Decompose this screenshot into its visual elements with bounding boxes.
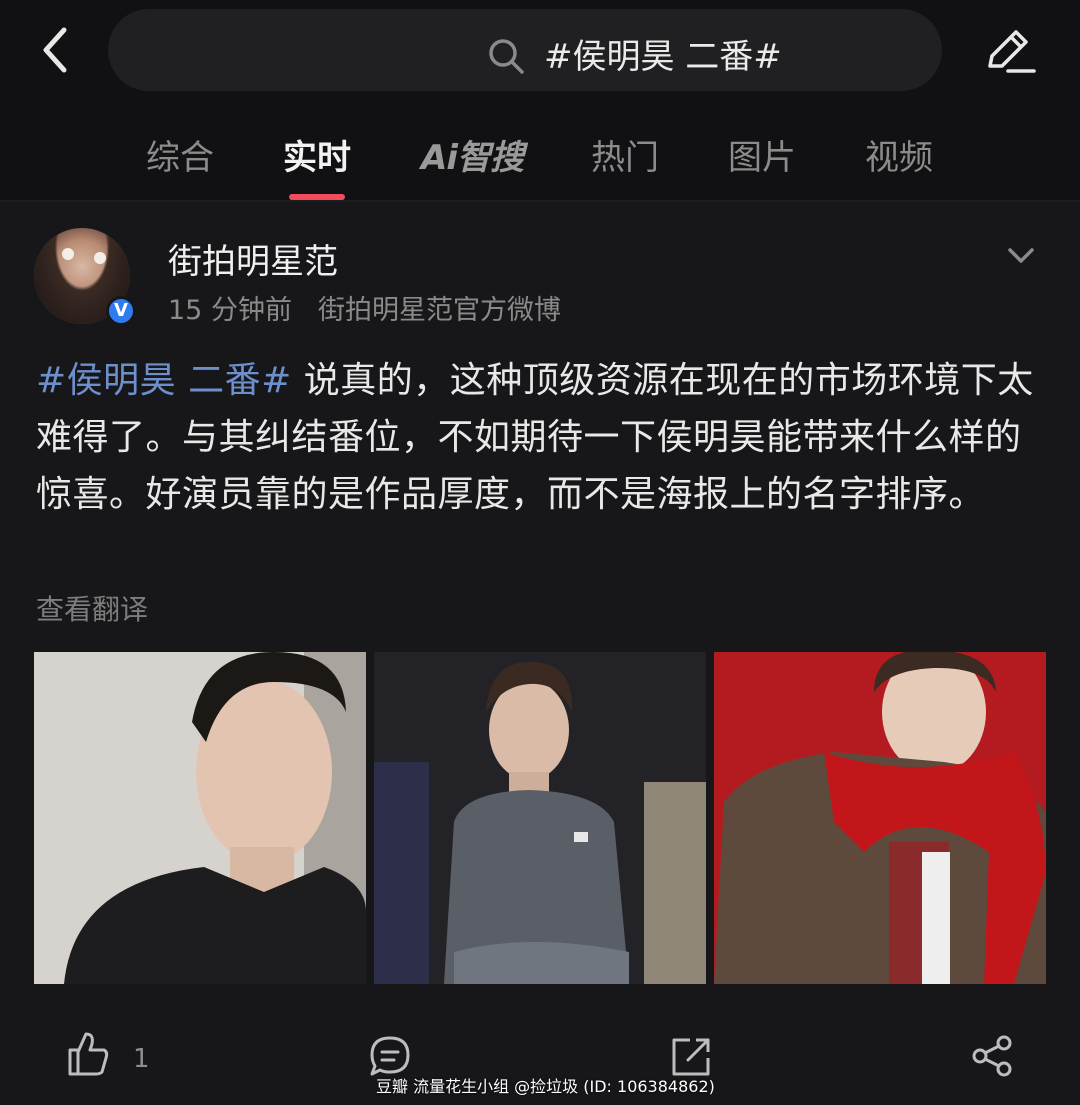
edit-icon[interactable]	[982, 24, 1036, 78]
share-icon[interactable]	[970, 1034, 1014, 1078]
tab-videos[interactable]: 视频	[865, 130, 933, 179]
tab-ai-search[interactable]: Ai智搜	[421, 130, 524, 179]
tab-images[interactable]: 图片	[728, 130, 796, 179]
post-image-1[interactable]	[34, 652, 366, 984]
search-box[interactable]: #侯明昊 二番#	[108, 9, 942, 91]
post-card[interactable]: V 街拍明星范 15 分钟前 街拍明星范官方微博 #侯明昊 二番# 说真的，这种顶…	[0, 202, 1080, 1105]
translate-link[interactable]: 查看翻译	[36, 588, 148, 628]
repost-icon[interactable]	[670, 1036, 712, 1078]
post-source: 街拍明星范官方微博	[317, 295, 561, 326]
back-arrow-icon[interactable]	[36, 22, 76, 78]
post-username[interactable]: 街拍明星范	[168, 234, 338, 283]
tab-comprehensive[interactable]: 综合	[146, 130, 214, 179]
post-meta: 15 分钟前 街拍明星范官方微博	[168, 288, 561, 327]
search-query[interactable]: #侯明昊 二番#	[544, 29, 782, 78]
post-text: #侯明昊 二番# 说真的，这种顶级资源在现在的市场环境下太难得了。与其纠结番位，…	[36, 352, 1046, 523]
post-image-3[interactable]	[714, 652, 1046, 984]
like-icon[interactable]	[66, 1030, 110, 1078]
tab-hot[interactable]: 热门	[591, 130, 659, 179]
tab-realtime[interactable]: 实时	[283, 130, 351, 179]
search-tabs: 综合 实时 Ai智搜 热门 图片 视频	[0, 118, 1080, 202]
top-bar: #侯明昊 二番#	[0, 0, 1080, 100]
post-time: 15 分钟前	[168, 295, 292, 326]
chevron-down-icon[interactable]	[1004, 240, 1038, 270]
watermark: 豆瓣 流量花生小组 @捡垃圾 (ID: 106384862)	[376, 1077, 715, 1096]
avatar[interactable]: V	[34, 228, 136, 328]
search-icon	[489, 39, 524, 74]
post-images	[34, 652, 1046, 984]
post-image-2[interactable]	[374, 652, 706, 984]
verified-badge-icon: V	[106, 296, 136, 326]
like-count: 1	[133, 1044, 150, 1074]
comment-icon[interactable]	[368, 1034, 412, 1078]
post-hashtag[interactable]: #侯明昊 二番#	[36, 360, 292, 401]
